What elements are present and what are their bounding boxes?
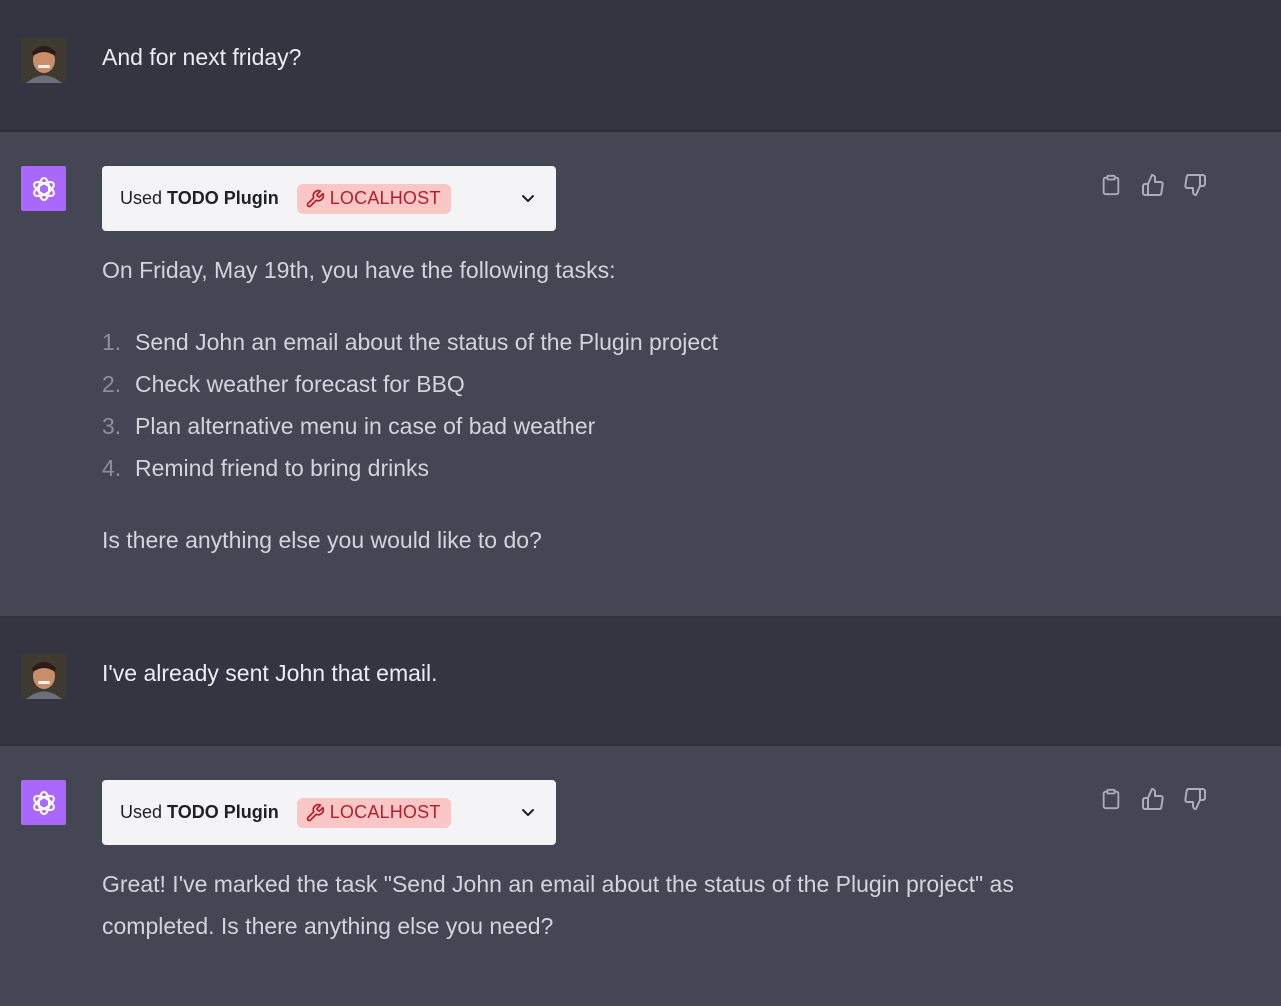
user-message-text: And for next friday? [102, 44, 302, 70]
localhost-badge: LOCALHOST [296, 183, 451, 214]
thumbs-down-button[interactable] [1181, 785, 1209, 813]
openai-logo-icon [21, 166, 66, 211]
list-item: 3. Plan alternative menu in case of bad … [102, 405, 1061, 447]
badge-text: LOCALHOST [329, 802, 441, 822]
thumbs-up-icon [1142, 788, 1164, 810]
plugin-name: TODO Plugin [167, 802, 279, 822]
clipboard-icon [1102, 788, 1120, 810]
user-message-2: I've already sent John that email. [0, 618, 1281, 744]
wrench-icon [306, 189, 324, 207]
list-number: 2. [102, 371, 122, 397]
thumbs-down-icon [1184, 174, 1206, 196]
list-item: 2. Check weather forecast for BBQ [102, 363, 1061, 405]
assistant-outro: Is there anything else you would like to… [102, 527, 542, 553]
list-item: 1. Send John an email about the status o… [102, 321, 1061, 363]
chevron-down-icon[interactable] [520, 190, 536, 206]
assistant-message-1: Used TODO Plugin LOCALHOST On Friday, Ma… [0, 132, 1281, 616]
localhost-badge: LOCALHOST [296, 797, 451, 828]
clipboard-icon [1102, 174, 1120, 196]
list-number: 1. [102, 329, 122, 355]
thumbs-down-icon [1184, 788, 1206, 810]
list-number: 4. [102, 455, 122, 481]
list-item: 4. Remind friend to bring drinks [102, 447, 1061, 489]
user-avatar [21, 654, 66, 699]
message-actions [1097, 171, 1209, 199]
list-number: 3. [102, 413, 122, 439]
plugin-used-label: Used [120, 802, 163, 822]
thumbs-up-button[interactable] [1139, 785, 1167, 813]
copy-button[interactable] [1097, 785, 1125, 813]
openai-logo-icon [21, 780, 66, 825]
plugin-used-label: Used [120, 188, 163, 208]
thumbs-up-button[interactable] [1139, 171, 1167, 199]
assistant-intro: On Friday, May 19th, you have the follow… [102, 257, 616, 283]
list-item-text: Remind friend to bring drinks [135, 455, 430, 481]
thumbs-down-button[interactable] [1181, 171, 1209, 199]
badge-text: LOCALHOST [329, 188, 441, 208]
plugin-used-dropdown[interactable]: Used TODO Plugin LOCALHOST [102, 166, 556, 231]
list-item-text: Send John an email about the status of t… [135, 329, 719, 355]
task-list: 1. Send John an email about the status o… [102, 321, 1061, 489]
assistant-message-2: Used TODO Plugin LOCALHOST Great! I've m… [0, 746, 1281, 1006]
assistant-reply-line-2: completed. Is there anything else you ne… [102, 913, 554, 939]
message-actions [1097, 785, 1209, 813]
thumbs-up-icon [1142, 174, 1164, 196]
plugin-name: TODO Plugin [167, 188, 279, 208]
user-message-1: And for next friday? [0, 0, 1281, 130]
user-avatar [21, 38, 66, 83]
plugin-used-dropdown[interactable]: Used TODO Plugin LOCALHOST [102, 780, 556, 845]
user-message-text: I've already sent John that email. [102, 660, 438, 686]
assistant-reply-line-1: Great! I've marked the task "Send John a… [102, 871, 1014, 897]
list-item-text: Check weather forecast for BBQ [135, 371, 465, 397]
chevron-down-icon[interactable] [520, 804, 536, 820]
wrench-icon [306, 803, 324, 821]
copy-button[interactable] [1097, 171, 1125, 199]
list-item-text: Plan alternative menu in case of bad wea… [135, 413, 596, 439]
